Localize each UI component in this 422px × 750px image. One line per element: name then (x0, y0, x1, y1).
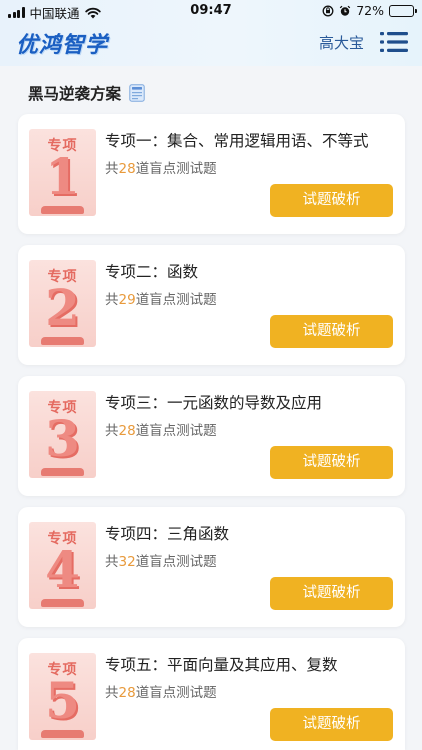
topic-title: 专项四：三角函数 (105, 525, 230, 543)
thumbnail-number: 1 (45, 147, 80, 206)
thumbnail-pedestal (41, 337, 84, 345)
topic-card[interactable]: 专项 2 专项二：函数 共29道盲点测试题 试题破析 (18, 245, 405, 365)
question-count-text: 共28道盲点测试题 (105, 685, 217, 701)
section-title: 黑马逆袭方案 (28, 85, 122, 103)
topic-card[interactable]: 专项 1 专项一：集合、常用逻辑用语、不等式 共28道盲点测试题 试题破析 (18, 114, 405, 234)
topic-title: 专项一：集合、常用逻辑用语、不等式 (105, 132, 369, 150)
thumbnail-number: 2 (45, 278, 80, 337)
topic-title: 专项三：一元函数的导数及应用 (105, 394, 323, 412)
topic-thumbnail: 专项 4 (29, 522, 96, 609)
topic-card[interactable]: 专项 5 专项五：平面向量及其应用、复数 共28道盲点测试题 试题破析 (18, 638, 405, 750)
question-count: 28 (118, 161, 136, 177)
status-right: 72% (322, 3, 417, 18)
analysis-button[interactable]: 试题破析 (270, 315, 393, 348)
question-count-text: 共28道盲点测试题 (105, 423, 217, 439)
hamburger-menu-icon[interactable] (380, 29, 408, 55)
question-count-text: 共28道盲点测试题 (105, 161, 217, 177)
topic-thumbnail: 专项 5 (29, 653, 96, 740)
battery-percent: 72% (356, 3, 384, 18)
thumbnail-pedestal (41, 468, 84, 476)
status-bar: 中国联通 09:47 72% (0, 0, 422, 22)
topic-card[interactable]: 专项 3 专项三：一元函数的导数及应用 共28道盲点测试题 试题破析 (18, 376, 405, 496)
question-count: 28 (118, 423, 136, 439)
app-header: 优鸿智学 高大宝 (0, 22, 422, 66)
section-header: 黑马逆袭方案 (28, 82, 145, 104)
thumbnail-number: 5 (45, 671, 80, 730)
thumbnail-number: 4 (45, 540, 80, 599)
thumbnail-pedestal (41, 730, 84, 738)
alarm-icon (339, 5, 351, 16)
question-count: 29 (118, 292, 136, 308)
question-count: 32 (118, 554, 136, 570)
orientation-lock-icon (322, 5, 334, 16)
thumbnail-pedestal (41, 599, 84, 607)
user-name[interactable]: 高大宝 (319, 32, 364, 53)
topic-title: 专项二：函数 (105, 263, 199, 281)
topic-thumbnail: 专项 1 (29, 129, 96, 216)
analysis-button[interactable]: 试题破析 (270, 708, 393, 741)
topic-thumbnail: 专项 2 (29, 260, 96, 347)
document-icon (129, 84, 145, 102)
analysis-button[interactable]: 试题破析 (270, 446, 393, 479)
topic-card[interactable]: 专项 4 专项四：三角函数 共32道盲点测试题 试题破析 (18, 507, 405, 627)
question-count: 28 (118, 685, 136, 701)
analysis-button[interactable]: 试题破析 (270, 577, 393, 610)
analysis-button[interactable]: 试题破析 (270, 184, 393, 217)
question-count-text: 共32道盲点测试题 (105, 554, 217, 570)
thumbnail-number: 3 (45, 409, 80, 468)
question-count-text: 共29道盲点测试题 (105, 292, 217, 308)
battery-icon (389, 4, 417, 17)
thumbnail-pedestal (41, 206, 84, 214)
topic-thumbnail: 专项 3 (29, 391, 96, 478)
topic-title: 专项五：平面向量及其应用、复数 (105, 656, 338, 674)
app-logo: 优鸿智学 (16, 33, 109, 58)
